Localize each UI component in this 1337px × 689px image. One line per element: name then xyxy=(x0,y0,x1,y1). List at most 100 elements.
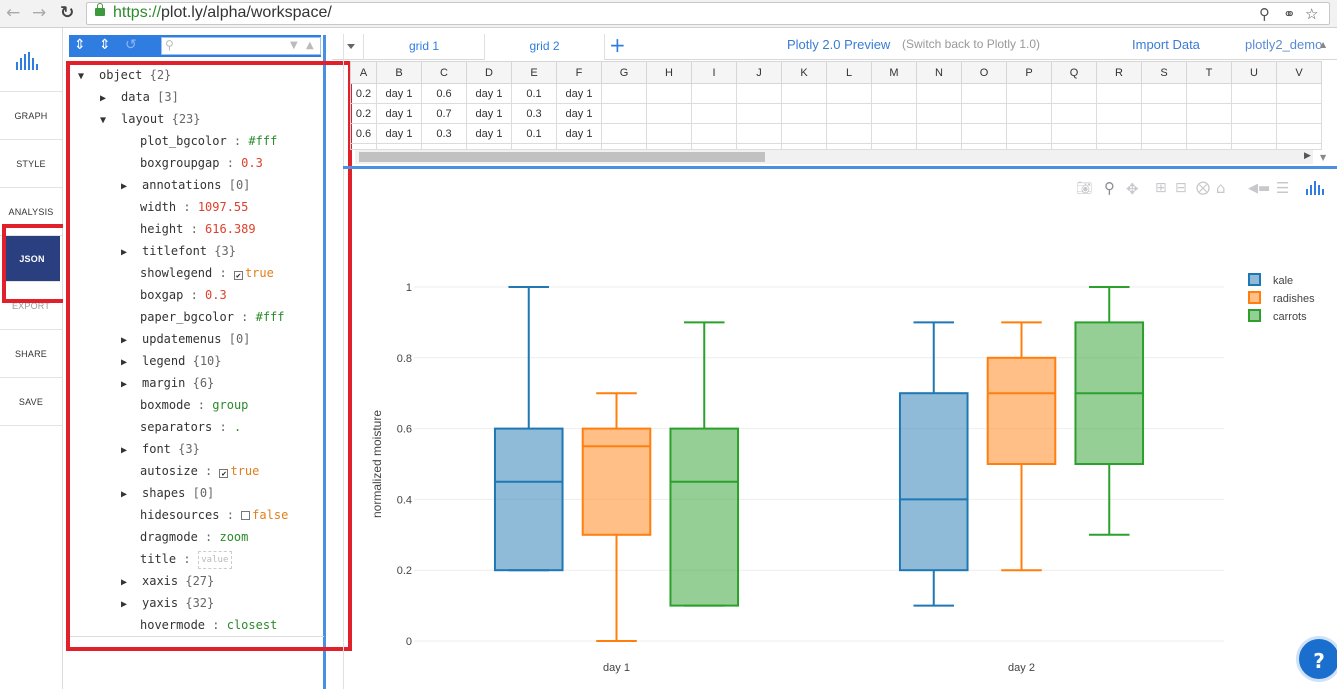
grid-cell[interactable] xyxy=(961,103,1007,124)
grid-cell[interactable] xyxy=(916,83,962,104)
grid-cell[interactable] xyxy=(826,103,872,124)
grid-cell[interactable] xyxy=(1006,143,1052,150)
search-down-icon[interactable]: ▼ xyxy=(290,40,298,51)
grid-cell[interactable] xyxy=(691,123,737,144)
grid-cell[interactable] xyxy=(1006,123,1052,144)
column-header[interactable]: C xyxy=(421,61,467,84)
grid-cell[interactable] xyxy=(1186,123,1232,144)
grid-cell[interactable]: day 1 xyxy=(556,123,602,144)
zoom-icon[interactable]: ⚲ xyxy=(1259,5,1270,23)
grid-cell[interactable] xyxy=(646,143,692,150)
grid-cell[interactable] xyxy=(1141,103,1187,124)
grid-cell[interactable] xyxy=(1186,83,1232,104)
grid-cell[interactable]: day 1 xyxy=(556,103,602,124)
grid-cell[interactable] xyxy=(736,103,782,124)
column-header[interactable]: P xyxy=(1006,61,1052,84)
column-header[interactable]: N xyxy=(916,61,962,84)
grid-cell[interactable] xyxy=(826,143,872,150)
column-header[interactable]: S xyxy=(1141,61,1187,84)
help-button[interactable]: ? xyxy=(1296,636,1337,682)
grid-cell[interactable]: 0.6 xyxy=(350,123,377,144)
grid-cell[interactable] xyxy=(1231,103,1277,124)
undo-icon[interactable]: ↺ xyxy=(125,37,137,53)
switch-back-link[interactable]: (Switch back to Plotly 1.0) xyxy=(902,37,1040,51)
scroll-up-arrow-icon[interactable]: ▲ xyxy=(1320,40,1326,49)
grid-cell[interactable] xyxy=(1276,83,1322,104)
grid-cell[interactable] xyxy=(1051,103,1097,124)
search-up-icon[interactable]: ▲ xyxy=(306,40,314,51)
grid-cell[interactable] xyxy=(1051,143,1097,150)
grid-cell[interactable]: 0.2 xyxy=(350,103,377,124)
grid-cell[interactable] xyxy=(1006,103,1052,124)
grid-cell[interactable] xyxy=(1051,83,1097,104)
key-icon[interactable]: ⚭ xyxy=(1283,5,1296,23)
forward-arrow-icon[interactable]: → xyxy=(32,3,46,23)
grid-cell[interactable] xyxy=(1186,143,1232,150)
grid-cell[interactable]: 0.2 xyxy=(350,83,377,104)
scroll-down-arrow-icon[interactable]: ▼ xyxy=(1320,153,1326,162)
column-header[interactable]: T xyxy=(1186,61,1232,84)
column-header[interactable]: L xyxy=(826,61,872,84)
grid-cell[interactable] xyxy=(691,83,737,104)
plotly2-preview-link[interactable]: Plotly 2.0 Preview xyxy=(787,37,890,52)
column-header[interactable]: O xyxy=(961,61,1007,84)
grid-cell[interactable]: day 1 xyxy=(376,103,422,124)
column-header[interactable]: B xyxy=(376,61,422,84)
back-arrow-icon[interactable]: ← xyxy=(6,3,20,23)
sidebar-item-share[interactable]: SHARE xyxy=(0,330,62,378)
expand-all-icon[interactable]: ⇕ xyxy=(74,37,86,53)
grid-cell[interactable] xyxy=(736,143,782,150)
grid-cell[interactable]: 0.3 xyxy=(421,123,467,144)
tab-grid-1[interactable]: grid 1 xyxy=(363,34,485,60)
grid-cell[interactable] xyxy=(1141,143,1187,150)
sidebar-item-style[interactable]: STYLE xyxy=(0,140,62,188)
plotly-logo[interactable] xyxy=(0,28,62,92)
grid-cell[interactable] xyxy=(1096,123,1142,144)
grid-cell[interactable] xyxy=(1186,103,1232,124)
grid-cell[interactable] xyxy=(376,143,422,150)
grid-cell[interactable] xyxy=(1141,83,1187,104)
grid-cell[interactable] xyxy=(421,143,467,150)
grid-cell[interactable] xyxy=(916,123,962,144)
grid-cell[interactable] xyxy=(1051,123,1097,144)
grid-cell[interactable] xyxy=(511,143,557,150)
star-icon[interactable]: ☆ xyxy=(1305,5,1318,23)
column-header[interactable]: V xyxy=(1276,61,1322,84)
scroll-right-arrow-icon[interactable]: ▶ xyxy=(1304,151,1311,161)
grid-cell[interactable] xyxy=(736,83,782,104)
grid-cell[interactable] xyxy=(601,83,647,104)
grid-cell[interactable] xyxy=(781,83,827,104)
json-search-input[interactable]: ⚲ ▼ ▲ xyxy=(161,37,321,55)
grid-cell[interactable] xyxy=(646,83,692,104)
grid-cell[interactable] xyxy=(1096,103,1142,124)
grid-cell[interactable]: day 1 xyxy=(556,83,602,104)
grid-cell[interactable]: 0.1 xyxy=(511,123,557,144)
grid-cell[interactable] xyxy=(1006,83,1052,104)
grid-cell[interactable] xyxy=(1231,143,1277,150)
grid-cell[interactable] xyxy=(871,83,917,104)
grid-cell[interactable] xyxy=(781,143,827,150)
grid-chart-divider[interactable] xyxy=(343,166,1337,169)
grid-cell[interactable] xyxy=(736,123,782,144)
username-link[interactable]: plotly2_demo xyxy=(1245,37,1322,52)
column-header[interactable]: U xyxy=(1231,61,1277,84)
grid-horizontal-scrollbar[interactable]: ▶ xyxy=(355,150,1313,164)
grid-cell[interactable]: 0.3 xyxy=(511,103,557,124)
grid-cell[interactable] xyxy=(1096,143,1142,150)
column-header[interactable]: A xyxy=(350,61,377,84)
grid-cell[interactable] xyxy=(916,103,962,124)
column-header[interactable]: R xyxy=(1096,61,1142,84)
grid-cell[interactable] xyxy=(691,103,737,124)
grid-cell[interactable] xyxy=(961,83,1007,104)
grid-cell[interactable] xyxy=(871,103,917,124)
grid-cell[interactable] xyxy=(601,143,647,150)
grid-cell[interactable]: day 1 xyxy=(466,83,512,104)
grid-cell[interactable] xyxy=(601,103,647,124)
column-header[interactable]: E xyxy=(511,61,557,84)
grid-cell[interactable] xyxy=(961,143,1007,150)
add-tab-plus-icon[interactable]: + xyxy=(609,34,626,56)
box-plot[interactable]: 0 0.2 0.4 0.6 0.8 1 normalized moisture day 1 da… xyxy=(344,170,1337,689)
grid-cell[interactable]: day 1 xyxy=(376,123,422,144)
column-header[interactable]: J xyxy=(736,61,782,84)
grid-cell[interactable]: day 1 xyxy=(466,103,512,124)
